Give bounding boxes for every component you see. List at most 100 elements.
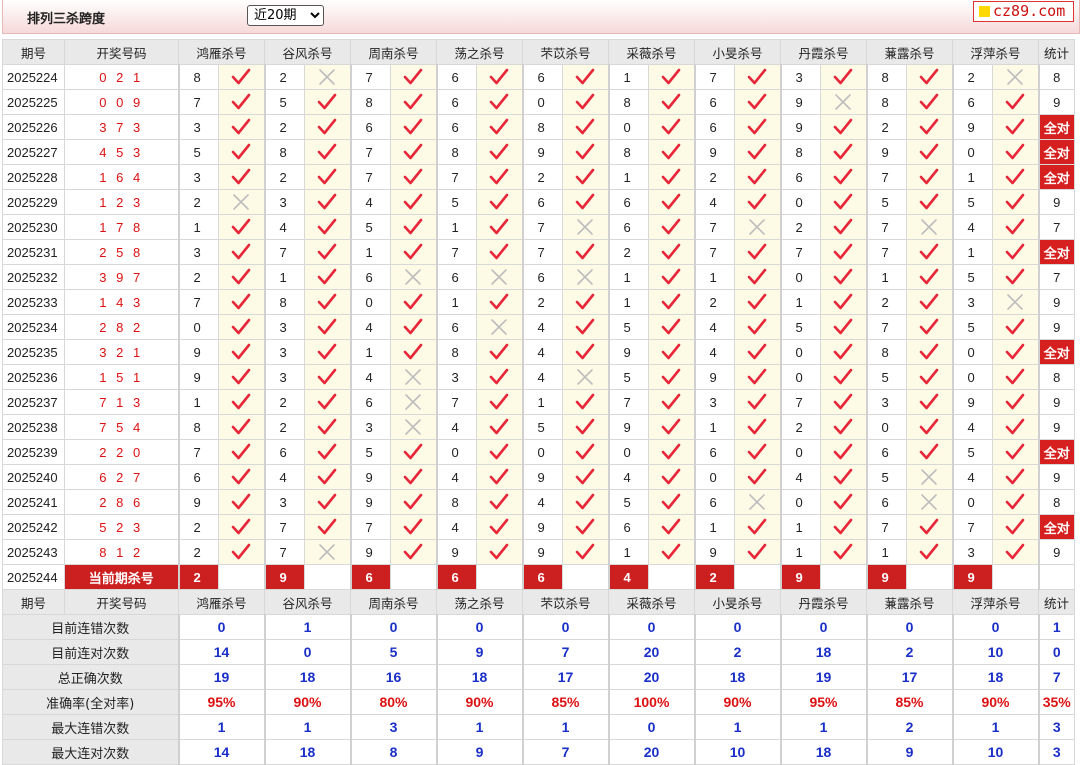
result-mark-cell	[906, 314, 953, 340]
check-icon	[489, 218, 509, 235]
result-mark-cell	[476, 239, 523, 265]
col-header-expert: 谷风杀号	[264, 39, 351, 65]
stat-cell: 8	[1037, 364, 1075, 390]
result-mark-cell	[820, 164, 867, 190]
result-mark-cell	[820, 414, 867, 440]
result-mark-cell	[648, 64, 695, 90]
site-logo[interactable]: cz89.com	[973, 1, 1074, 22]
period-cell: 2025228	[2, 164, 65, 190]
summary-value: 1	[1037, 614, 1075, 640]
result-mark-cell	[390, 539, 437, 565]
result-mark-cell	[820, 139, 867, 165]
check-icon	[489, 343, 509, 360]
result-mark-cell	[304, 189, 351, 215]
kill-number-cell: 7	[865, 214, 907, 240]
summary-value: 19	[779, 664, 867, 690]
result-mark-cell	[734, 514, 781, 540]
check-icon	[833, 368, 853, 385]
kill-number-cell: 7	[865, 239, 907, 265]
kill-number-cell: 5	[607, 364, 649, 390]
kill-number-cell: 8	[263, 289, 305, 315]
cross-icon	[319, 69, 336, 85]
check-icon	[231, 543, 251, 560]
col-header-expert: 浮萍杀号	[952, 589, 1039, 615]
current-kill-blank	[648, 564, 695, 590]
result-mark-cell	[562, 489, 609, 515]
result-mark-cell	[476, 364, 523, 390]
result-mark-cell	[476, 414, 523, 440]
kill-number-cell: 5	[435, 189, 477, 215]
check-icon	[317, 318, 337, 335]
kill-number-cell: 7	[349, 164, 391, 190]
result-mark-cell	[648, 439, 695, 465]
result-mark-cell	[218, 389, 265, 415]
check-icon	[833, 343, 853, 360]
kill-number-cell: 2	[779, 214, 821, 240]
check-icon	[489, 118, 509, 135]
summary-value: 9	[865, 739, 953, 765]
kill-number-cell: 0	[865, 414, 907, 440]
check-icon	[1005, 418, 1025, 435]
page-title: 排列三杀跨度	[27, 12, 106, 27]
summary-value: 7	[521, 739, 609, 765]
stat-cell: 7	[1037, 264, 1075, 290]
result-mark-cell	[304, 514, 351, 540]
kill-number-cell: 6	[865, 439, 907, 465]
stat-cell: 9	[1037, 289, 1075, 315]
check-icon	[661, 518, 681, 535]
result-mark-cell	[218, 439, 265, 465]
kill-number-cell: 7	[349, 64, 391, 90]
kill-number-cell: 4	[263, 464, 305, 490]
col-header-draw: 开奖号码	[64, 589, 179, 615]
kill-number-cell: 4	[435, 464, 477, 490]
summary-value: 3	[1037, 714, 1075, 740]
check-icon	[661, 293, 681, 310]
check-icon	[661, 143, 681, 160]
draw-number-cell: 2 8 6	[64, 489, 179, 515]
col-header-expert: 周南杀号	[350, 39, 437, 65]
check-icon	[1005, 118, 1025, 135]
check-icon	[317, 468, 337, 485]
check-icon	[661, 393, 681, 410]
col-header-expert: 蒹露杀号	[866, 39, 953, 65]
kill-number-cell: 3	[951, 289, 993, 315]
summary-label: 目前连对次数	[2, 639, 179, 665]
stat-cell: 9	[1037, 414, 1075, 440]
result-mark-cell	[906, 214, 953, 240]
kill-number-cell: 4	[435, 414, 477, 440]
table-row: 2025239 2 2 0 7 6 5 0 0 0 6 0 6 5 全对	[2, 439, 1075, 465]
check-icon	[1005, 93, 1025, 110]
kill-number-cell: 7	[693, 214, 735, 240]
result-mark-cell	[476, 489, 523, 515]
summary-value: 16	[349, 664, 437, 690]
current-kill-number: 9	[263, 564, 305, 590]
check-icon	[747, 543, 767, 560]
current-kill-label: 当前期杀号	[64, 564, 179, 590]
result-mark-cell	[390, 364, 437, 390]
result-mark-cell	[906, 89, 953, 115]
kill-number-cell: 9	[865, 139, 907, 165]
period-cell: 2025229	[2, 189, 65, 215]
col-header-expert: 丹霞杀号	[780, 589, 867, 615]
check-icon	[919, 93, 939, 110]
kill-number-cell: 8	[435, 489, 477, 515]
summary-value: 8	[349, 739, 437, 765]
kill-number-cell: 9	[349, 489, 391, 515]
cross-icon	[1007, 69, 1024, 85]
kill-number-cell: 6	[951, 89, 993, 115]
table-row: 2025243 8 1 22 7 9 9 9 1 9 1 1 3 9	[2, 539, 1075, 565]
check-icon	[747, 418, 767, 435]
check-icon	[919, 393, 939, 410]
result-mark-cell	[648, 364, 695, 390]
result-mark-cell	[734, 139, 781, 165]
kill-number-cell: 6	[435, 264, 477, 290]
check-icon	[403, 318, 423, 335]
summary-value: 17	[865, 664, 953, 690]
result-mark-cell	[992, 264, 1039, 290]
kill-number-cell: 1	[607, 164, 649, 190]
check-icon	[489, 293, 509, 310]
period-range-select[interactable]: 近20期	[247, 5, 324, 26]
period-cell: 2025238	[2, 414, 65, 440]
draw-number-cell: 3 2 1	[64, 339, 179, 365]
result-mark-cell	[648, 539, 695, 565]
